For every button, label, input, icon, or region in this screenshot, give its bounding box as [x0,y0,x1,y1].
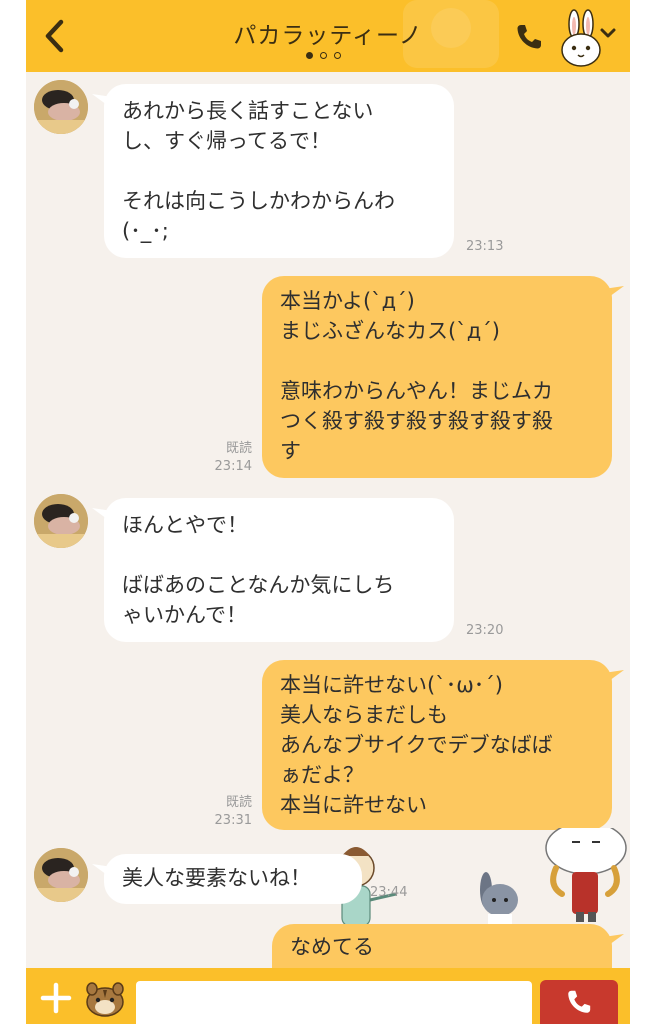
chat-header: パカラッティーノ [26,0,630,72]
message-list[interactable]: あれから長く話すことない し、すぐ帰ってるで！ それは向こうしかわからんわ (･… [26,72,630,968]
message-bubble-outgoing[interactable]: なめてる [272,924,612,968]
friend-avatar[interactable] [34,80,88,134]
message-time: 23:13 [466,239,504,254]
read-receipt: 既読 [225,795,252,810]
message-bubble-outgoing[interactable]: 本当に許せない(`･ω･´) 美人ならまだしも あんなブサイクでデブなばば ぁだ… [262,660,612,830]
message-time: 23:20 [466,623,504,638]
message-bubble-incoming[interactable]: あれから長く話すことない し、すぐ帰ってるで！ それは向こうしかわからんわ (･… [104,84,454,258]
friend-avatar[interactable] [34,848,88,902]
read-receipt: 既読 [225,441,252,456]
plus-icon [40,982,72,1014]
chipmunk-sticker-icon [86,982,124,1017]
friend-avatar[interactable] [34,494,88,548]
phone-icon [568,990,591,1013]
message-time: 23:44 [370,885,408,900]
message-input-bar [26,968,630,1024]
page-dot [320,52,327,59]
message-bubble-incoming[interactable]: 美人な要素ないね！ [104,854,362,904]
page-dot [306,52,313,59]
call-button[interactable] [540,980,618,1024]
chat-screen: パカラッティーノ あれから長く話すことない し、すぐ帰ってるで！ それは向こうし… [26,0,630,1024]
attach-button[interactable] [40,982,72,1014]
sticker-button[interactable] [84,978,126,1018]
message-input[interactable] [136,981,532,1024]
message-bubble-incoming[interactable]: ほんとやで！ ばばあのことなんか気にしち ゃいかんで！ [104,498,454,642]
rabbit-avatar-icon [561,9,616,67]
message-bubble-outgoing[interactable]: 本当かよ(`д´) まじふざんなカス(`д´) 意味わからんやん！まじムカ つく… [262,276,612,478]
profile-menu-button[interactable] [558,8,628,68]
message-time: 23:31 [214,813,252,828]
phone-icon [517,25,541,49]
page-dot [334,52,341,59]
page-indicator [306,52,341,59]
message-time: 23:14 [214,459,252,474]
chevron-down-icon [600,28,616,38]
voice-call-button[interactable] [514,22,544,52]
